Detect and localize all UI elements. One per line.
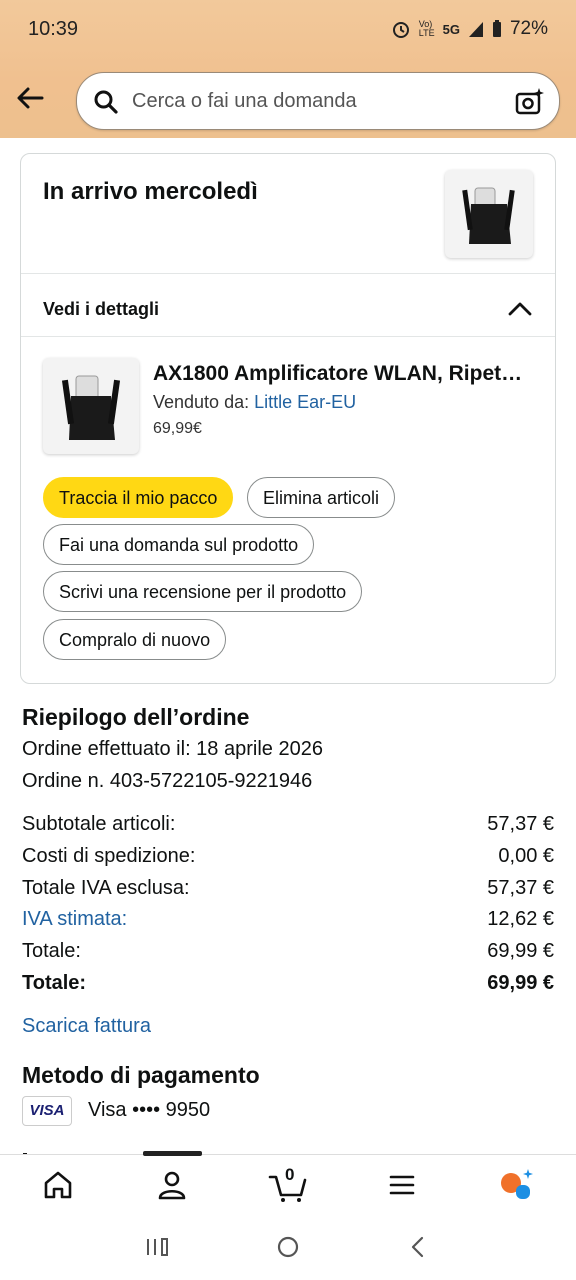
system-navigation-bar <box>0 1212 576 1280</box>
vat-link[interactable]: IVA stimata: <box>22 908 127 931</box>
battery-percent: 72% <box>509 18 548 39</box>
download-invoice-link[interactable]: Scarica fattura <box>22 1015 151 1038</box>
order-date: Ordine effettuato il: 18 aprile 2026 <box>22 738 323 760</box>
status-time: 10:39 <box>28 18 79 40</box>
product-thumbnail[interactable] <box>43 358 139 454</box>
network-label: 5G <box>442 21 460 37</box>
order-summary-title: Riepilogo dell’ordine <box>22 704 250 730</box>
battery-icon <box>492 20 501 37</box>
payment-method-title: Metodo di pagamento <box>22 1062 260 1088</box>
home-button-icon[interactable] <box>275 1234 301 1260</box>
status-bar: 10:39 Vo) LTE 5G 72% <box>0 0 576 58</box>
search-icon <box>94 90 118 114</box>
row-label: Subtotale articoli: <box>22 813 176 835</box>
row-label: Totale: <box>22 940 81 962</box>
rufus-assistant-icon[interactable] <box>498 1167 534 1203</box>
row-label: Costi di spedizione: <box>22 845 196 867</box>
row-value: 69,99 € <box>487 940 554 962</box>
row-value: 57,37 € <box>487 813 554 835</box>
payment-card-text: Visa •••• 9950 <box>88 1099 211 1121</box>
row-label: Totale: <box>22 972 87 994</box>
delete-items-button[interactable]: Elimina articoli <box>247 477 396 518</box>
bottom-navigation: 0 <box>0 1151 576 1212</box>
back-arrow-icon[interactable] <box>14 82 46 114</box>
router-image <box>61 375 121 440</box>
delivery-card: In arrivo mercoledì Vedi i dettagli AX18… <box>20 153 556 684</box>
system-back-icon[interactable] <box>405 1234 431 1260</box>
cart-button[interactable]: 0 <box>268 1165 308 1203</box>
status-icons: Vo) LTE 5G 72% <box>391 18 548 40</box>
cart-count: 0 <box>285 1165 295 1184</box>
write-review-button[interactable]: Scrivi una recensione per il prodotto <box>43 571 363 612</box>
product-name[interactable]: AX1800 Amplificatore WLAN, Ripet… <box>153 362 533 386</box>
seller-label: Venduto da: <box>153 392 250 412</box>
account-icon[interactable] <box>154 1167 190 1203</box>
row-value: 0,00 € <box>498 845 554 867</box>
divider <box>21 336 555 337</box>
app-header: 10:39 Vo) LTE 5G 72% Cerca o fai una doma… <box>0 0 576 138</box>
summary-row-grand-total: Totale: 69,99 € <box>22 972 554 995</box>
buy-again-button[interactable]: Compralo di nuovo <box>43 619 227 660</box>
seller-link[interactable]: Little Ear-EU <box>254 392 356 412</box>
ask-question-button[interactable]: Fai una domanda sul prodotto <box>43 524 315 565</box>
recent-apps-icon[interactable] <box>144 1234 170 1260</box>
visa-card-icon: VISA <box>22 1096 72 1126</box>
row-value: 69,99 € <box>487 972 554 994</box>
search-bar[interactable]: Cerca o fai una domanda <box>76 72 560 130</box>
active-tab-indicator <box>143 1151 202 1156</box>
track-package-button[interactable]: Traccia il mio pacco <box>43 477 234 518</box>
signal-icon <box>468 22 483 37</box>
summary-row-vat: IVA stimata: 12,62 € <box>22 908 554 931</box>
delivery-title: In arrivo mercoledì <box>43 178 258 205</box>
summary-row-subtotal: Subtotale articoli: 57,37 € <box>22 813 554 836</box>
search-placeholder: Cerca o fai una domanda <box>132 90 357 112</box>
router-image <box>462 187 515 244</box>
row-label: Totale IVA esclusa: <box>22 877 190 899</box>
chevron-up-icon[interactable] <box>507 298 533 318</box>
summary-row-net-total: Totale IVA esclusa: 57,37 € <box>22 877 554 900</box>
cut-off-section-title <box>22 1146 82 1154</box>
menu-icon[interactable] <box>384 1167 420 1203</box>
camera-search-icon[interactable] <box>515 87 545 117</box>
details-toggle-label[interactable]: Vedi i dettagli <box>43 299 159 320</box>
seller-info: Venduto da: Little Ear-EU <box>153 392 356 413</box>
volte-icon: Vo) LTE <box>418 19 435 38</box>
summary-row-total: Totale: 69,99 € <box>22 940 554 963</box>
row-value: 12,62 € <box>487 908 554 930</box>
divider <box>21 273 555 274</box>
product-price: 69,99€ <box>153 420 202 437</box>
alarm-icon <box>392 22 409 38</box>
product-thumbnail-small[interactable] <box>445 170 533 258</box>
summary-row-shipping: Costi di spedizione: 0,00 € <box>22 845 554 868</box>
order-number: Ordine n. 403-5722105-9221946 <box>22 770 313 792</box>
row-value: 57,37 € <box>487 877 554 899</box>
home-icon[interactable] <box>40 1167 76 1203</box>
